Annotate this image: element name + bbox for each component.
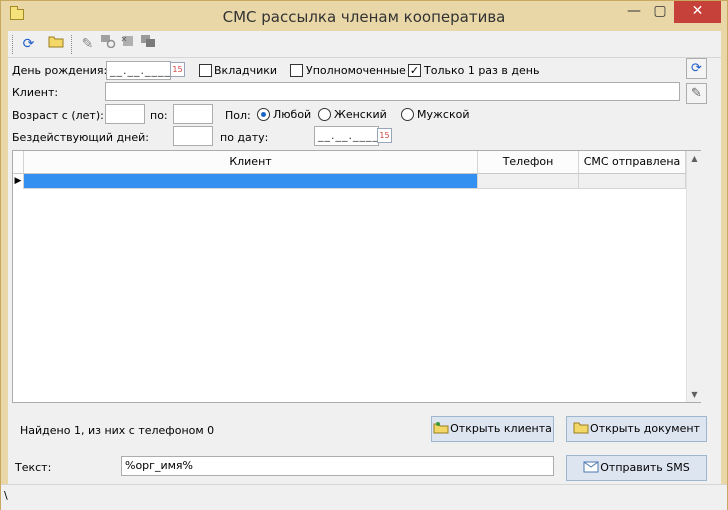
table-row-sms-cell[interactable] [579, 174, 686, 189]
idle-days-field[interactable] [173, 126, 213, 146]
minimize-button[interactable]: — [621, 1, 647, 23]
vertical-scrollbar[interactable]: ▲ ▼ [686, 151, 701, 402]
refresh-button[interactable]: ⟳ [686, 58, 707, 79]
toolbar-grip[interactable] [12, 35, 15, 54]
maximize-button[interactable]: ▢ [647, 1, 673, 23]
send-sms-button[interactable]: Отправить SMS [566, 455, 707, 481]
found-summary: Найдено 1, из них с телефоном 0 [20, 424, 215, 437]
toolbar: ⟳ ✎ [8, 31, 721, 58]
copy-icon[interactable] [137, 34, 158, 55]
close-button[interactable]: ✕ [674, 1, 721, 23]
sex-female-label: Женский [334, 108, 387, 121]
sex-label: Пол: [225, 109, 251, 122]
open-document-label: Открыть документ [590, 422, 700, 435]
client-area: ⟳ ✎ День рождения: __.__.____ 15 Вкладчи… [8, 31, 721, 504]
age-to-label: по: [150, 109, 168, 122]
toolbar-grip[interactable] [71, 35, 74, 54]
once-per-day-label: Только 1 раз в день [424, 64, 540, 77]
text-label: Текст: [15, 461, 52, 474]
authorized-label: Уполномоченные [306, 64, 406, 77]
main-window: СМС рассылка членам кооператива — ▢ ✕ ⟳ … [0, 0, 728, 510]
envelope-icon [583, 458, 599, 473]
open-folder-icon [573, 419, 589, 434]
once-per-day-checkbox[interactable]: ✓ [408, 64, 421, 77]
status-text: \ [4, 489, 8, 502]
clients-grid[interactable]: Клиент Телефон СМС отправлена ▶ ▲ ▼ [12, 150, 701, 403]
status-bar: \ [1, 484, 727, 510]
age-to-field[interactable] [173, 104, 213, 124]
calendar-icon[interactable]: 15 [377, 128, 392, 143]
sex-male-radio[interactable] [401, 108, 414, 121]
by-date-label: по дату: [220, 131, 269, 144]
table-row-phone-cell[interactable] [478, 174, 579, 189]
open-client-icon [433, 419, 449, 434]
title-bar[interactable]: СМС рассылка членам кооператива — ▢ ✕ [1, 1, 727, 31]
client-field[interactable] [105, 82, 680, 101]
user-remove-icon[interactable] [97, 34, 118, 55]
current-row-indicator: ▶ [13, 174, 24, 189]
send-sms-label: Отправить SMS [600, 461, 690, 474]
table-row-client-cell[interactable] [24, 174, 478, 189]
open-client-button[interactable]: Открыть клиента [431, 416, 554, 442]
open-document-button[interactable]: Открыть документ [566, 416, 707, 442]
age-from-field[interactable] [105, 104, 145, 124]
window-title: СМС рассылка членам кооператива [222, 8, 506, 26]
scroll-up-icon[interactable]: ▲ [687, 151, 702, 166]
open-client-label: Открыть клиента [450, 422, 552, 435]
row-indicator-header [13, 151, 24, 174]
client-label: Клиент: [12, 86, 59, 99]
refresh-icon[interactable]: ⟳ [18, 34, 39, 55]
birthday-label: День рождения: [12, 64, 108, 77]
scroll-down-icon[interactable]: ▼ [687, 387, 702, 402]
by-date-field[interactable]: __.__.____ [314, 126, 379, 146]
clear-button[interactable]: ✎ [686, 83, 707, 104]
user-delete-icon[interactable] [117, 34, 138, 55]
calendar-icon[interactable]: 15 [170, 62, 185, 77]
sms-text-field[interactable]: %орг_имя% [121, 456, 554, 476]
eraser-icon[interactable]: ✎ [77, 34, 98, 55]
birthday-field[interactable]: __.__.____ [106, 61, 171, 80]
authorized-checkbox[interactable] [290, 64, 303, 77]
sex-male-label: Мужской [417, 108, 470, 121]
depositors-checkbox[interactable] [199, 64, 212, 77]
age-from-label: Возраст с (лет): [12, 109, 104, 122]
column-header-sms-sent[interactable]: СМС отправлена [579, 151, 686, 174]
depositors-label: Вкладчики [214, 64, 278, 77]
column-header-phone[interactable]: Телефон [478, 151, 579, 174]
sex-any-radio[interactable] [257, 108, 270, 121]
sex-any-label: Любой [273, 108, 312, 121]
sex-female-radio[interactable] [318, 108, 331, 121]
open-folder-icon[interactable] [45, 34, 66, 55]
column-header-client[interactable]: Клиент [24, 151, 478, 174]
idle-days-label: Бездействующий дней: [12, 131, 149, 144]
